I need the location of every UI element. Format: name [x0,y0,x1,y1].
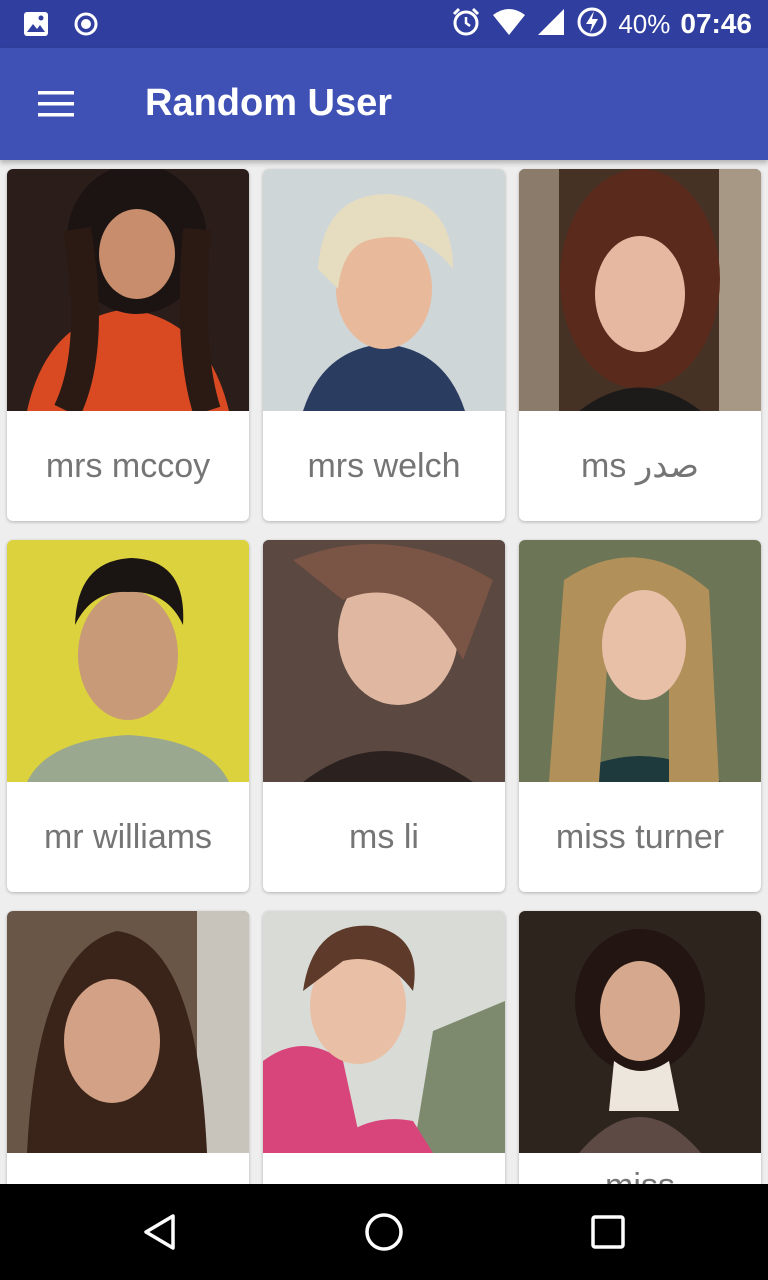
user-grid: mrs mccoy mrs welch ms صدر mr williams m… [0,160,768,1184]
signal-icon [536,7,566,42]
wifi-icon [492,7,526,42]
user-photo [519,169,761,411]
user-photo [263,911,505,1153]
user-card[interactable]: mrs mccoy [7,169,249,521]
status-bar: 40% 07:46 [0,0,768,48]
user-name: mrs mccoy [45,446,211,485]
battery-charging-icon [576,6,608,43]
user-photo [7,540,249,782]
battery-percent: 40% [618,8,671,39]
hamburger-menu-icon[interactable] [24,76,88,132]
user-name: miss turner [555,817,725,856]
clock: 07:46 [680,8,752,39]
user-card[interactable] [7,911,249,1184]
user-name [7,1153,249,1184]
user-card[interactable]: miss turner [519,540,761,892]
user-name: mr williams [43,817,213,856]
user-photo [519,540,761,782]
user-photo [7,169,249,411]
user-name: ms صدر [581,447,699,485]
app-bar: Random User [0,48,768,160]
user-photo [7,911,249,1153]
user-card[interactable] [263,911,505,1184]
user-card[interactable]: ms li [263,540,505,892]
home-circle-icon[interactable] [352,1204,416,1260]
user-name [263,1153,505,1184]
user-photo [519,911,761,1153]
alarm-icon [450,6,482,43]
user-card[interactable]: miss [519,911,761,1184]
record-icon [72,10,100,43]
navigation-bar [0,1184,768,1280]
user-card[interactable]: mrs welch [263,169,505,521]
user-photo [263,169,505,411]
user-name: ms li [349,817,419,856]
image-icon [22,10,50,43]
back-triangle-icon[interactable] [128,1204,192,1260]
user-name: miss [519,1153,761,1184]
user-name: mrs welch [307,446,461,485]
user-card[interactable]: mr williams [7,540,249,892]
user-photo [263,540,505,782]
user-card[interactable]: ms صدر [519,169,761,521]
recents-square-icon[interactable] [576,1204,640,1260]
page-title: Random User [145,82,393,124]
